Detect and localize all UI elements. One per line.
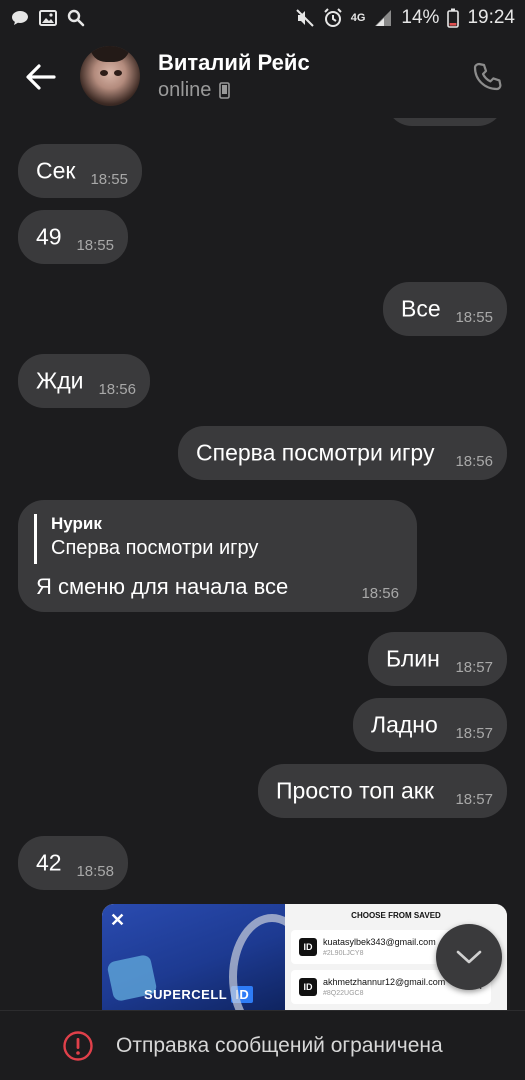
close-icon: ✕ (110, 910, 126, 930)
id-icon: ID (299, 978, 317, 996)
scroll-to-bottom-button[interactable] (436, 924, 502, 990)
message-time: 18:55 (76, 237, 114, 254)
message-text: Просто топ акк (276, 777, 434, 804)
battery-icon (447, 8, 460, 28)
signal-icon (373, 8, 393, 28)
message-text: 49 (36, 223, 62, 250)
phone-icon (473, 62, 502, 91)
contact-status: online (158, 79, 231, 102)
composer-restricted-bar: Отправка сообщений ограничена (0, 1010, 525, 1080)
message-text: Жди (36, 367, 84, 394)
mobile-device-icon (219, 82, 231, 99)
message-icon (10, 8, 30, 28)
message-text: Сек (36, 157, 76, 184)
message-time: 18:58 (76, 863, 114, 880)
message-bubble[interactable]: Сперва посмотри игру 18:56 (178, 426, 507, 480)
image-icon (38, 8, 58, 28)
search-icon (66, 8, 86, 28)
battery-percent: 14% (401, 7, 440, 28)
message-time: 18:56 (455, 453, 493, 470)
alarm-icon (323, 8, 343, 28)
message-bubble[interactable]: Все 18:55 (383, 282, 507, 336)
call-button[interactable] (468, 58, 506, 96)
message-time: 18:57 (455, 659, 493, 676)
supercell-label: SUPERCELL ID (144, 986, 254, 1003)
chat-header: Виталий Рейс online (0, 36, 525, 118)
message-text: Все (401, 295, 441, 322)
account-tag: #8Q22UGC8 (323, 990, 364, 997)
quoted-author: Нурик (51, 514, 102, 533)
supercell-panel: ✕ SUPERCELL ID (102, 904, 315, 1010)
quoted-text: Сперва посмотри игру (51, 537, 259, 559)
reply-message-bubble[interactable]: Нурик Сперва посмотри игру Я сменю для н… (18, 500, 417, 612)
message-time: 18:56 (361, 585, 399, 602)
chevron-down-icon (456, 950, 482, 964)
status-text: online (158, 79, 212, 101)
message-bubble[interactable]: Ладно 18:57 (353, 698, 507, 752)
message-bubble[interactable]: Сек 18:55 (18, 144, 142, 198)
message-text: Сперва посмотри игру (196, 439, 435, 466)
avatar[interactable] (80, 46, 140, 106)
message-bubble[interactable]: 49 18:55 (18, 210, 128, 264)
message-text: Ладно (371, 711, 438, 738)
message-list[interactable]: Сек 18:55 49 18:55 Все 18:55 Жди 18:56 С… (0, 118, 525, 1010)
alert-icon (63, 1031, 93, 1061)
message-bubble[interactable]: Блин 18:57 (368, 632, 507, 686)
network-type: 4G (350, 12, 366, 24)
message-time: 18:57 (455, 791, 493, 808)
message-text: 42 (36, 849, 62, 876)
arrow-left-icon (26, 64, 56, 90)
mute-icon (295, 8, 315, 28)
status-bar: 4G 14% 19:24 (0, 0, 525, 36)
message-text: Я сменю для начала все (36, 574, 289, 599)
back-button[interactable] (24, 60, 58, 94)
quoted-message[interactable]: Нурик Сперва посмотри игру (34, 514, 258, 564)
message-time: 18:55 (90, 171, 128, 188)
contact-name[interactable]: Виталий Рейс (158, 50, 310, 76)
message-time: 18:57 (455, 725, 493, 742)
message-text: Блин (386, 645, 440, 672)
message-bubble[interactable]: 42 18:58 (18, 836, 128, 890)
message-bubble[interactable]: Просто топ акк 18:57 (258, 764, 507, 818)
message-bubble-partial (386, 118, 504, 126)
message-bubble[interactable]: Жди 18:56 (18, 354, 150, 408)
clock: 19:24 (467, 7, 515, 28)
restriction-text: Отправка сообщений ограничена (116, 1034, 443, 1057)
account-email: akhmetzhannur12@gmail.com (323, 977, 446, 987)
saved-title: CHOOSE FROM SAVED (351, 911, 441, 920)
account-tag: #2L90LJCY8 (323, 950, 364, 957)
message-time: 18:56 (98, 381, 136, 398)
id-icon: ID (299, 938, 317, 956)
message-time: 18:55 (455, 309, 493, 326)
account-email: kuatasylbek343@gmail.com (323, 937, 436, 947)
